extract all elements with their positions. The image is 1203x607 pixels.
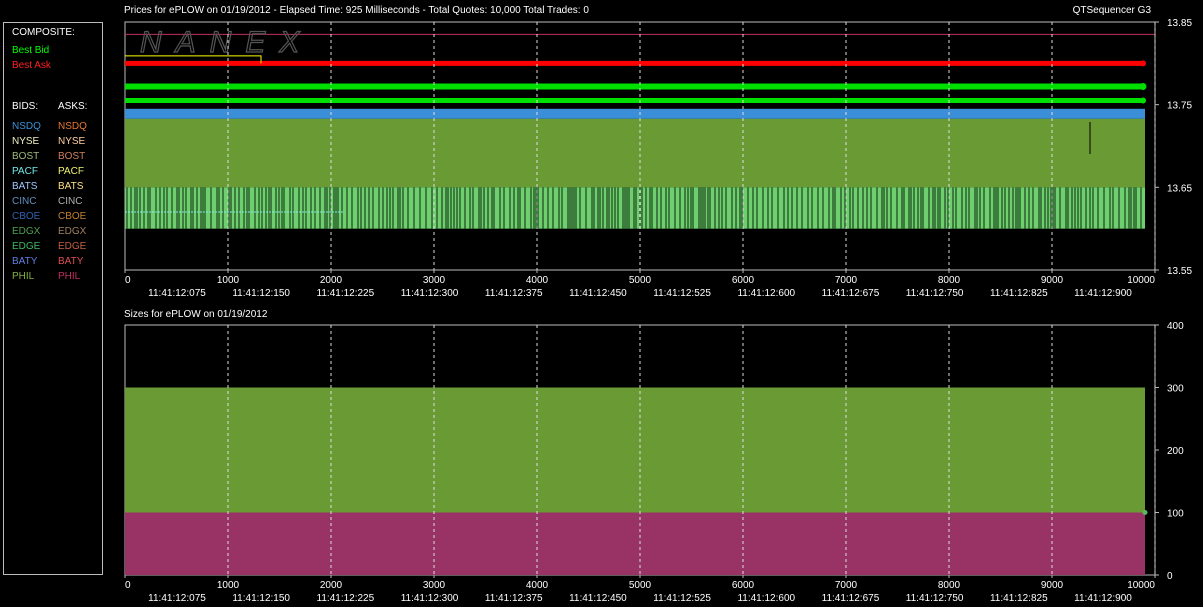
- time-tick-label: 11:41:12:600: [737, 288, 795, 299]
- x-tick-label: 2000: [320, 580, 343, 591]
- time-tick-label: 11:41:12:675: [822, 593, 880, 604]
- time-tick-label: 11:41:12:225: [317, 593, 375, 604]
- x-tick-label: 9000: [1041, 580, 1064, 591]
- size-series-1: [125, 512, 1145, 575]
- series-edge-bid: [125, 187, 1145, 229]
- size-end-marker: [1142, 510, 1148, 515]
- x-tick-label: 7000: [835, 275, 858, 286]
- x-tick-label: 6000: [732, 580, 755, 591]
- x-tick-label: 5000: [629, 275, 652, 286]
- x-tick-label: 0: [125, 580, 131, 591]
- size-series-0: [125, 387, 1145, 513]
- y-tick-label: 0: [1167, 571, 1173, 582]
- time-tick-label: 11:41:12:825: [990, 288, 1048, 299]
- size-chart: 0 1000 2000 3000 4000 5000 6000 7000 8000 9000 100…: [124, 321, 1184, 604]
- y-tick-label: 400: [1167, 321, 1184, 332]
- time-tick-label: 11:41:12:150: [232, 593, 290, 604]
- y-tick-label: 13.65: [1167, 183, 1192, 194]
- time-tick-label: 11:41:12:525: [653, 288, 711, 299]
- nanex-watermark: NANEX: [140, 26, 313, 59]
- y-tick-label: 13.55: [1167, 266, 1192, 277]
- y-tick-label: 13.85: [1167, 18, 1192, 29]
- x-tick-label: 8000: [938, 275, 961, 286]
- time-tick-label: 11:41:12:900: [1074, 288, 1132, 299]
- series-best-ask-end: [1140, 60, 1146, 67]
- x-tick-label: 0: [125, 275, 131, 286]
- x-tick-label: 9000: [1041, 275, 1064, 286]
- time-tick-label: 11:41:12:825: [990, 593, 1048, 604]
- x-tick-label: 10000: [1127, 580, 1155, 591]
- time-tick-label: 11:41:12:225: [317, 288, 375, 299]
- x-tick-label: 2000: [320, 275, 343, 286]
- y-tick-label: 200: [1167, 446, 1184, 457]
- time-tick-label: 11:41:12:375: [485, 288, 543, 299]
- time-tick-label: 11:41:12:300: [401, 288, 459, 299]
- series-phil-bid: [125, 118, 1145, 188]
- x-tick-label: 3000: [423, 275, 446, 286]
- price-chart: NANEX 0 1000 2000 3000 4000 5000 6000 7000 8000 90…: [124, 18, 1192, 299]
- time-tick-label: 11:41:12:525: [653, 593, 711, 604]
- y-tick-label: 100: [1167, 509, 1184, 520]
- x-tick-label: 7000: [835, 580, 858, 591]
- time-tick-label: 11:41:12:150: [232, 288, 290, 299]
- time-tick-label: 11:41:12:075: [148, 288, 206, 299]
- time-tick-label: 11:41:12:075: [148, 593, 206, 604]
- x-tick-label: 10000: [1127, 275, 1155, 286]
- y-tick-label: 300: [1167, 384, 1184, 395]
- time-tick-label: 11:41:12:675: [822, 288, 880, 299]
- time-tick-label: 11:41:12:600: [737, 593, 795, 604]
- time-tick-label: 11:41:12:450: [569, 288, 627, 299]
- time-tick-label: 11:41:12:900: [1074, 593, 1132, 604]
- x-tick-label: 1000: [217, 275, 240, 286]
- time-tick-label: 11:41:12:750: [906, 288, 964, 299]
- series-best-bid-end: [1139, 82, 1147, 90]
- x-tick-label: 8000: [938, 580, 961, 591]
- x-tick-label: 4000: [526, 275, 549, 286]
- time-tick-label: 11:41:12:450: [569, 593, 627, 604]
- y-tick-label: 13.75: [1167, 101, 1192, 112]
- x-tick-label: 4000: [526, 580, 549, 591]
- x-tick-label: 6000: [732, 275, 755, 286]
- time-tick-label: 11:41:12:750: [906, 593, 964, 604]
- series-nsdq-bid: [125, 108, 1145, 119]
- time-tick-label: 11:41:12:300: [401, 593, 459, 604]
- series-best-bid-2-end: [1140, 97, 1146, 104]
- x-tick-label: 1000: [217, 580, 240, 591]
- x-tick-label: 5000: [629, 580, 652, 591]
- time-tick-label: 11:41:12:375: [485, 593, 543, 604]
- x-tick-label: 3000: [423, 580, 446, 591]
